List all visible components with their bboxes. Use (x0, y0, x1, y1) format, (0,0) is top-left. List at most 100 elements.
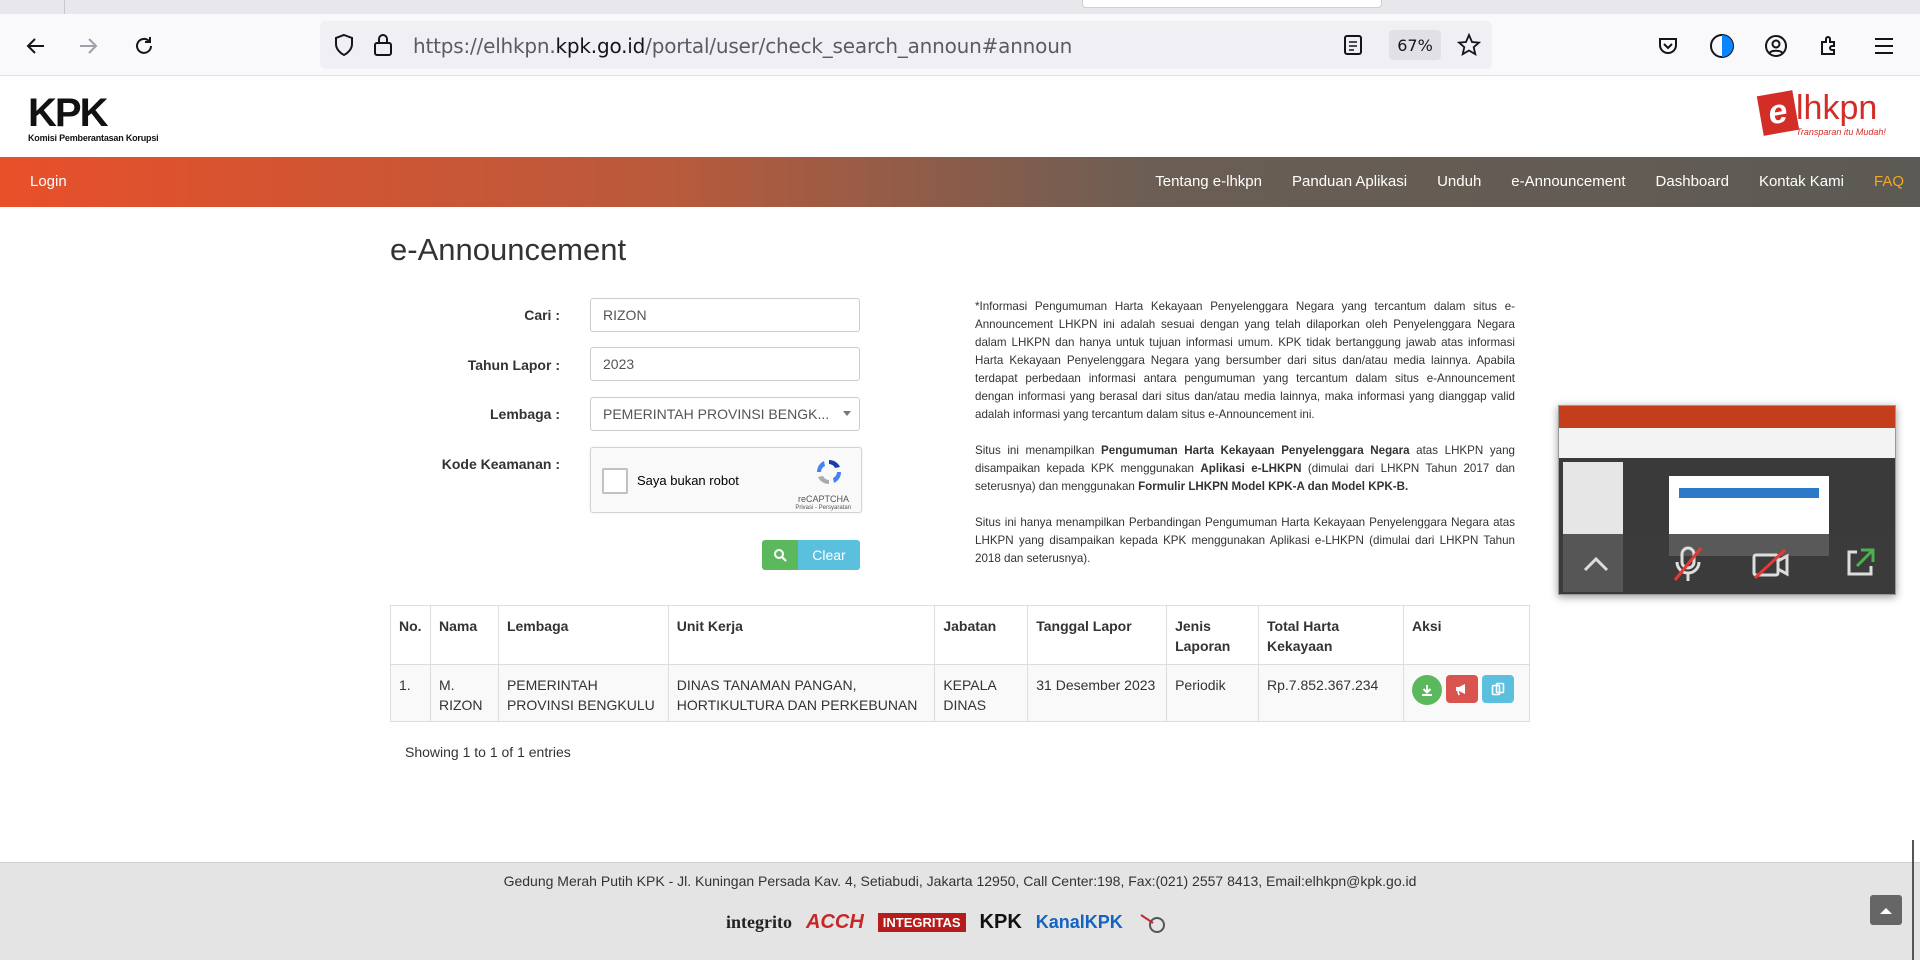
announcement-button[interactable] (1445, 675, 1478, 703)
overlay-controls (1559, 534, 1895, 594)
download-icon (1421, 685, 1432, 696)
chevron-up-icon (1880, 908, 1892, 914)
url-text[interactable]: https://elhkpn.kpk.go.id/portal/user/che… (413, 34, 1072, 58)
elhkpn-logo[interactable]: e lhkpn Transparan itu Mudah! (1752, 89, 1902, 141)
cell-unit-kerja: DINAS TANAMAN PANGAN, HORTIKULTURA DAN P… (667, 664, 936, 722)
kode-keamanan-label: Kode Keamanan : (441, 456, 560, 472)
recaptcha-privacy-links[interactable]: Privasi - Persyaratan (795, 505, 851, 511)
logo-acch[interactable]: ACCH (806, 911, 864, 934)
elhkpn-logo-text: lhkpn (1796, 89, 1878, 127)
browser-toolbar: https://elhkpn.kpk.go.id/portal/user/che… (0, 14, 1920, 76)
table-info: Showing 1 to 1 of 1 entries (405, 744, 571, 760)
site-footer: Gedung Merah Putih KPK - Jl. Kuningan Pe… (0, 862, 1920, 960)
video-overlay[interactable] (1558, 405, 1896, 595)
nav-item-tentang[interactable]: Tentang e-lhkpn (1155, 173, 1262, 190)
col-no[interactable]: No. (390, 605, 431, 665)
scroll-to-top-button[interactable] (1870, 895, 1902, 925)
mic-off-icon[interactable] (1671, 544, 1705, 589)
tahun-lapor-input[interactable]: 2023 (590, 347, 860, 381)
nav-item-kontak[interactable]: Kontak Kami (1759, 173, 1844, 190)
page-title: e-Announcement (390, 232, 627, 267)
cell-no: 1. (390, 664, 431, 722)
tahun-lapor-label: Tahun Lapor : (467, 357, 560, 373)
lembaga-select-value: PEMERINTAH PROVINSI BENGK... (603, 406, 830, 422)
disclaimer-paragraph-2: Situs ini menampilkan Pengumuman Harta K… (975, 444, 1515, 493)
download-button[interactable] (1411, 675, 1442, 705)
table-row: 1. M. RIZON PEMERINTAH PROVINSI BENGKULU… (390, 664, 1531, 722)
recaptcha-widget: Saya bukan robot reCAPTCHA Privasi - Per… (590, 447, 862, 513)
chevron-up-icon[interactable] (1581, 550, 1611, 583)
col-tanggal-lapor[interactable]: Tanggal Lapor (1027, 605, 1168, 665)
nav-item-faq[interactable]: FAQ (1874, 173, 1904, 190)
account-icon[interactable] (1760, 30, 1792, 62)
disclaimer-paragraph-1: *Informasi Pengumuman Harta Kekayaan Pen… (975, 300, 1515, 421)
page-scrollbar[interactable] (1912, 840, 1914, 960)
nav-menu: Tentang e-lhkpn Panduan Aplikasi Unduh e… (1155, 173, 1904, 190)
reader-view-icon[interactable] (1343, 34, 1363, 61)
forward-icon[interactable] (72, 30, 104, 62)
kpk-logo-subtitle: Komisi Pemberantasan Korupsi (28, 133, 159, 143)
search-icon (774, 549, 787, 562)
logo-kanal-kpk[interactable]: KanalKPK (1036, 912, 1123, 933)
back-icon[interactable] (20, 30, 52, 62)
col-total-harta[interactable]: Total Harta Kekayaan (1258, 605, 1404, 665)
nav-login[interactable]: Login (30, 173, 67, 190)
logo-integrito[interactable]: integrito (726, 912, 792, 933)
nav-item-e-announcement[interactable]: e-Announcement (1511, 173, 1625, 190)
disclaimer-info: *Informasi Pengumuman Harta Kekayaan Pen… (975, 298, 1515, 586)
recaptcha-logo-icon (813, 456, 845, 488)
browser-tab-strip (0, 0, 1920, 14)
clear-button[interactable]: Clear (798, 540, 860, 570)
logo-kpk[interactable]: KPK (980, 911, 1022, 934)
col-unit-kerja[interactable]: Unit Kerja (667, 605, 936, 665)
lembaga-select[interactable]: PEMERINTAH PROVINSI BENGK... (590, 397, 860, 431)
logo-integritas[interactable]: INTEGRITAS (877, 912, 966, 932)
cell-jabatan: KEPALA DINAS (934, 664, 1029, 722)
shield-icon[interactable] (332, 33, 356, 62)
col-jabatan[interactable]: Jabatan (934, 605, 1029, 665)
results-table: No. Nama Lembaga Unit Kerja Jabatan Tang… (390, 605, 1531, 722)
zoom-level[interactable]: 67% (1389, 30, 1441, 60)
recaptcha-label: Saya bukan robot (637, 473, 739, 488)
cell-lembaga: PEMERINTAH PROVINSI BENGKULU (497, 664, 669, 722)
nav-item-panduan[interactable]: Panduan Aplikasi (1292, 173, 1407, 190)
cell-aksi (1402, 664, 1531, 722)
recaptcha-checkbox[interactable] (602, 468, 628, 494)
lock-icon[interactable] (372, 33, 394, 62)
pocket-icon[interactable] (1652, 30, 1684, 62)
elhkpn-logo-mark: e (1756, 90, 1800, 136)
nav-item-dashboard[interactable]: Dashboard (1656, 173, 1729, 190)
chevron-down-icon (843, 411, 851, 416)
compare-button[interactable] (1481, 675, 1514, 703)
overlay-app-ribbon (1559, 428, 1895, 458)
cari-input[interactable]: RIZON (590, 298, 860, 332)
col-aksi: Aksi (1402, 605, 1531, 665)
overlay-app-titlebar (1559, 406, 1895, 428)
share-screen-icon[interactable] (1843, 546, 1877, 585)
bookmark-star-icon[interactable] (1456, 32, 1482, 62)
cell-nama: M. RIZON (429, 664, 499, 722)
cell-jenis-laporan: Periodik (1166, 664, 1260, 722)
col-lembaga[interactable]: Lembaga (497, 605, 669, 665)
cell-total-harta: Rp.7.852.367.234 (1258, 664, 1404, 722)
whistleblower-logo-icon[interactable] (1137, 909, 1167, 935)
url-bar[interactable]: https://elhkpn.kpk.go.id/portal/user/che… (320, 21, 1492, 69)
menu-hamburger-icon[interactable] (1868, 30, 1900, 62)
timer-icon[interactable] (1706, 30, 1738, 62)
search-button[interactable] (762, 540, 798, 570)
reload-icon[interactable] (128, 30, 160, 62)
kpk-logo[interactable]: KPK Komisi Pemberantasan Korupsi (28, 91, 159, 143)
footer-logos: integrito ACCH INTEGRITAS KPK KanalKPK (726, 909, 1167, 935)
nav-item-unduh[interactable]: Unduh (1437, 173, 1481, 190)
lembaga-label: Lembaga : (489, 406, 560, 422)
extensions-icon[interactable] (1814, 30, 1846, 62)
copy-icon (1491, 682, 1505, 696)
col-nama[interactable]: Nama (429, 605, 499, 665)
table-header-row: No. Nama Lembaga Unit Kerja Jabatan Tang… (390, 605, 1531, 665)
site-header: KPK Komisi Pemberantasan Korupsi e lhkpn… (0, 77, 1920, 157)
camera-off-icon[interactable] (1751, 546, 1791, 587)
kpk-logo-text: KPK (28, 91, 108, 135)
cell-tanggal-lapor: 31 Desember 2023 (1027, 664, 1168, 722)
footer-address: Gedung Merah Putih KPK - Jl. Kuningan Pe… (503, 873, 1417, 889)
col-jenis-laporan[interactable]: Jenis Laporan (1166, 605, 1260, 665)
